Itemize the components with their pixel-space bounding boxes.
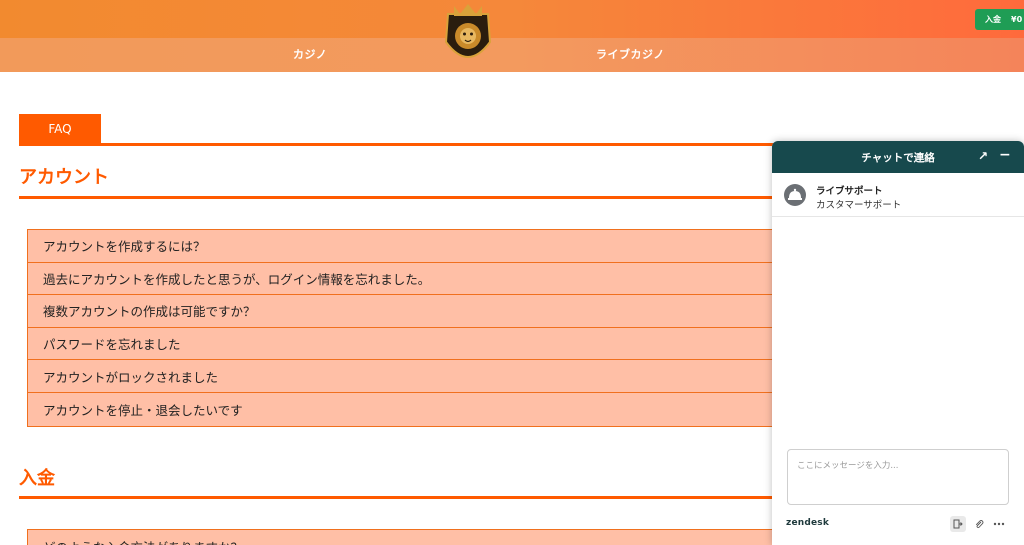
faq-item[interactable]: 複数アカウントの作成は可能ですか？ [28,295,897,328]
faq-item[interactable]: アカウントがロックされました [28,360,897,393]
deposit-label: 入金 [985,15,1001,24]
section-divider [19,496,899,499]
expand-icon[interactable]: ↗ [978,149,988,163]
balance-value: ¥0 [1011,15,1023,24]
section-title-account: アカウント [19,167,109,188]
end-chat-icon[interactable] [950,516,966,532]
section-divider [19,196,899,199]
minimize-icon[interactable]: − [999,147,1011,163]
attachment-icon[interactable] [971,516,987,532]
nav-casino[interactable]: カジノ [293,46,327,62]
chat-header: チャットで連絡 ↗ − [772,141,1024,173]
faq-item[interactable]: パスワードを忘れました [28,328,897,361]
chat-agent-row: ライブサポート カスタマーサポート [772,173,1024,217]
nav-bar [0,38,1024,72]
tab-underline [19,143,899,146]
more-options-icon[interactable] [991,516,1007,532]
section-title-deposit: 入金 [19,468,55,489]
agent-subtitle: カスタマーサポート [816,200,902,211]
lion-logo-icon[interactable] [440,2,496,68]
nav-live-casino[interactable]: ライブカジノ [596,46,665,62]
agent-name: ライブサポート [816,186,883,197]
faq-item[interactable]: どのような入金方法がありますか？ [28,530,897,545]
chat-message-input[interactable] [787,449,1009,505]
top-bar [0,0,1024,38]
zendesk-logo: zendesk [786,518,830,528]
faq-item[interactable]: アカウントを停止・退会したいです [28,393,897,426]
chat-widget: チャットで連絡 ↗ − ライブサポート カスタマーサポート zendesk [772,141,1024,545]
tab-faq[interactable]: FAQ [19,114,101,144]
faq-item[interactable]: 過去にアカウントを作成したと思うが、ログイン情報を忘れました。 [28,263,897,296]
faq-list-account: アカウントを作成するには？ 過去にアカウントを作成したと思うが、ログイン情報を忘… [27,229,898,427]
deposit-button[interactable]: 入金 ¥0 [975,9,1024,30]
faq-list-deposit: どのような入金方法がありますか？ [27,529,898,545]
faq-item[interactable]: アカウントを作成するには？ [28,230,897,263]
avatar [784,184,806,206]
